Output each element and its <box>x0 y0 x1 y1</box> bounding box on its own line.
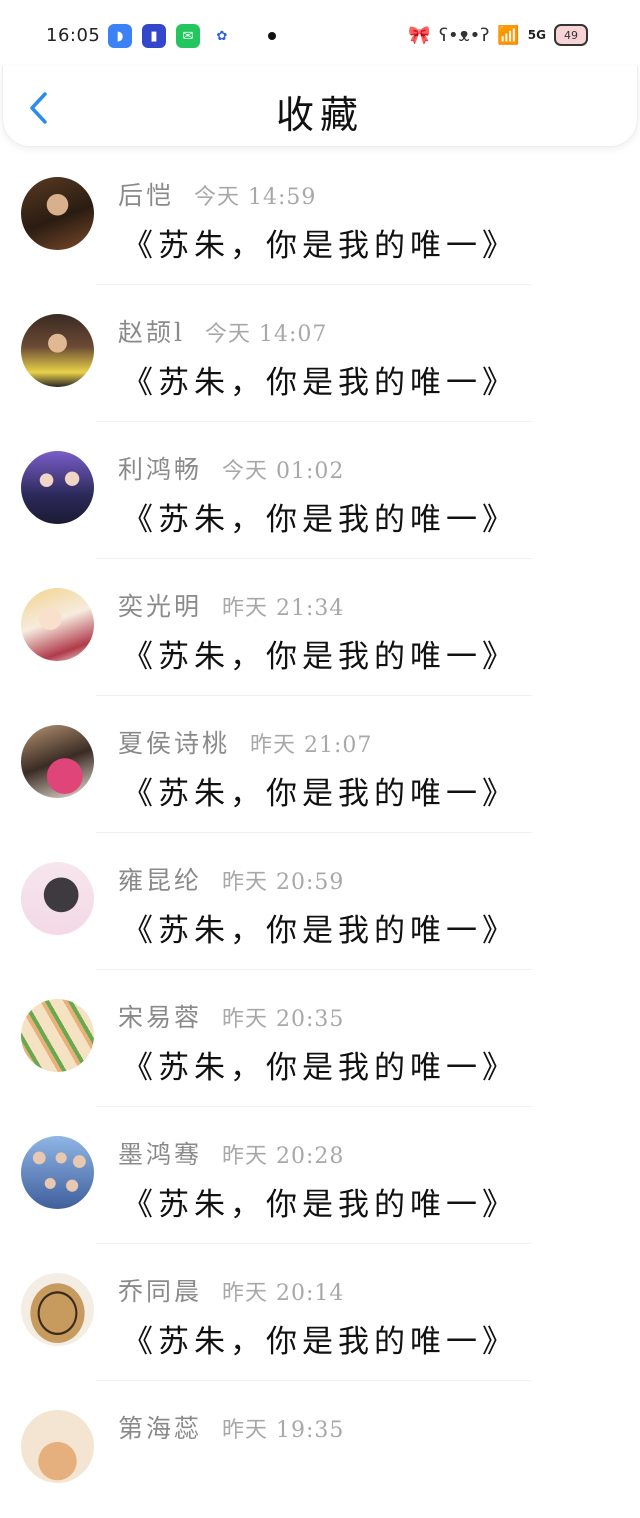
flashlight-app-icon: ▮ <box>142 24 166 48</box>
list-item[interactable]: 乔同晨 昨天 20:14 《苏朱，你是我的唯一》 <box>0 1244 640 1381</box>
wifi-icon: 📶 <box>497 24 520 46</box>
timestamp: 昨天 20:35 <box>222 1007 345 1032</box>
shopping-bag-app-icon: ✉ <box>176 24 200 48</box>
message-preview: 《苏朱，你是我的唯一》 <box>122 913 518 949</box>
page-title: 收藏 <box>275 93 364 137</box>
message-preview: 《苏朱，你是我的唯一》 <box>122 776 518 812</box>
message-preview: 《苏朱，你是我的唯一》 <box>122 1050 518 1086</box>
contact-name: 雍昆纶 <box>118 866 203 895</box>
favorites-list: 后恺 今天 14:59 《苏朱，你是我的唯一》 赵颉l 今天 14:07 《苏朱，你… <box>0 148 640 1518</box>
status-right: 🎀 ʕ•ᴥ•ʔ 📶 5G 49 <box>408 22 588 48</box>
list-item[interactable]: 赵颉l 今天 14:07 《苏朱，你是我的唯一》 <box>0 285 640 422</box>
timestamp: 昨天 20:59 <box>222 870 345 895</box>
avatar <box>21 314 94 387</box>
timestamp: 昨天 21:07 <box>250 733 373 758</box>
message-preview: 《苏朱，你是我的唯一》 <box>122 365 518 401</box>
list-item[interactable]: 夏侯诗桃 昨天 21:07 《苏朱，你是我的唯一》 <box>0 696 640 833</box>
list-item[interactable]: 后恺 今天 14:59 《苏朱，你是我的唯一》 <box>0 148 640 285</box>
contact-name: 后恺 <box>118 181 175 210</box>
nav-header: 收藏 <box>2 66 638 147</box>
bow-icon: 🎀 <box>408 24 431 46</box>
status-time: 16:05 <box>46 25 101 46</box>
list-item[interactable]: 利鸿畅 今天 01:02 《苏朱，你是我的唯一》 <box>0 422 640 559</box>
status-bar: 16:05 ◗ ▮ ✉ ✿ 🎀 ʕ•ᴥ•ʔ 📶 5G 49 <box>0 0 640 72</box>
vibrate-bear-icon: ʕ•ᴥ•ʔ <box>438 24 490 46</box>
list-item[interactable]: 宋易蓉 昨天 20:35 《苏朱，你是我的唯一》 <box>0 970 640 1107</box>
baidu-app-icon: ✿ <box>210 24 234 48</box>
avatar <box>21 1136 94 1209</box>
timestamp: 昨天 21:34 <box>222 596 345 621</box>
list-item[interactable]: 第海蕊 昨天 19:35 <box>0 1381 640 1518</box>
battery-indicator: 49 <box>554 24 588 46</box>
contact-name: 利鸿畅 <box>118 455 203 484</box>
contact-name: 墨鸿骞 <box>118 1140 203 1169</box>
avatar <box>21 862 94 935</box>
status-app-icons: ◗ ▮ ✉ ✿ <box>108 24 276 48</box>
contact-name: 宋易蓉 <box>118 1003 203 1032</box>
avatar <box>21 1410 94 1483</box>
timestamp: 今天 14:07 <box>205 322 328 347</box>
avatar <box>21 999 94 1072</box>
timestamp: 昨天 20:28 <box>222 1144 345 1169</box>
avatar <box>21 725 94 798</box>
contact-name: 奕光明 <box>118 592 203 621</box>
timestamp: 今天 01:02 <box>222 459 345 484</box>
avatar <box>21 451 94 524</box>
contact-name: 夏侯诗桃 <box>118 729 231 758</box>
avatar <box>21 1273 94 1346</box>
avatar <box>21 588 94 661</box>
message-preview: 《苏朱，你是我的唯一》 <box>122 1324 518 1360</box>
timestamp: 今天 14:59 <box>194 185 317 210</box>
avatar <box>21 177 94 250</box>
network-type: 5G <box>527 28 546 42</box>
list-item[interactable]: 奕光明 昨天 21:34 《苏朱，你是我的唯一》 <box>0 559 640 696</box>
message-preview: 《苏朱，你是我的唯一》 <box>122 502 518 538</box>
browser-app-icon: ◗ <box>108 24 132 48</box>
message-preview: 《苏朱，你是我的唯一》 <box>122 1187 518 1223</box>
timestamp: 昨天 20:14 <box>222 1281 345 1306</box>
contact-name: 乔同晨 <box>118 1277 203 1306</box>
contact-name: 赵颉l <box>118 318 185 347</box>
timestamp: 昨天 19:35 <box>222 1418 345 1443</box>
list-item[interactable]: 雍昆纶 昨天 20:59 《苏朱，你是我的唯一》 <box>0 833 640 970</box>
notification-dot-icon <box>268 32 276 40</box>
list-item[interactable]: 墨鸿骞 昨天 20:28 《苏朱，你是我的唯一》 <box>0 1107 640 1244</box>
message-preview: 《苏朱，你是我的唯一》 <box>122 228 518 264</box>
message-preview: 《苏朱，你是我的唯一》 <box>122 639 518 675</box>
